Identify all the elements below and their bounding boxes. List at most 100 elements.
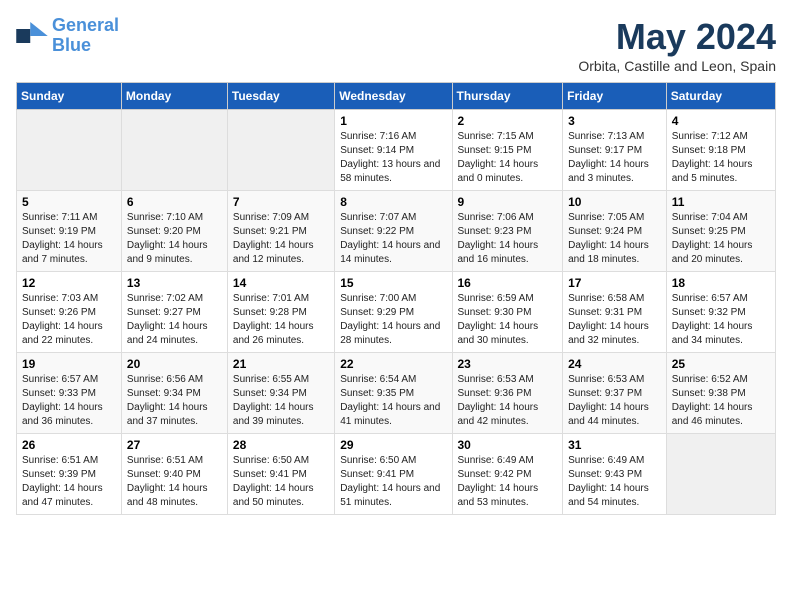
cell-content: Sunrise: 7:02 AMSunset: 9:27 PMDaylight:… (127, 292, 222, 348)
cell-content: Sunrise: 7:16 AMSunset: 9:14 PMDaylight:… (340, 130, 446, 186)
subtitle: Orbita, Castille and Leon, Spain (578, 58, 776, 74)
cell-content: Sunrise: 7:10 AMSunset: 9:20 PMDaylight:… (127, 211, 222, 267)
cell-content: Sunrise: 7:11 AMSunset: 9:19 PMDaylight:… (22, 211, 116, 267)
cell-content: Sunrise: 7:03 AMSunset: 9:26 PMDaylight:… (22, 292, 116, 348)
day-number: 17 (568, 276, 661, 290)
day-number: 8 (340, 195, 446, 209)
day-number: 16 (458, 276, 558, 290)
cell-content: Sunrise: 7:13 AMSunset: 9:17 PMDaylight:… (568, 130, 661, 186)
cell-content: Sunrise: 6:50 AMSunset: 9:41 PMDaylight:… (340, 454, 446, 510)
col-header-thursday: Thursday (452, 83, 563, 110)
calendar-cell: 20 Sunrise: 6:56 AMSunset: 9:34 PMDaylig… (121, 353, 227, 434)
col-header-saturday: Saturday (666, 83, 775, 110)
col-header-tuesday: Tuesday (227, 83, 334, 110)
cell-content: Sunrise: 7:04 AMSunset: 9:25 PMDaylight:… (672, 211, 770, 267)
day-number: 29 (340, 438, 446, 452)
cell-content: Sunrise: 6:56 AMSunset: 9:34 PMDaylight:… (127, 373, 222, 429)
day-number: 3 (568, 114, 661, 128)
cell-content: Sunrise: 6:55 AMSunset: 9:34 PMDaylight:… (233, 373, 329, 429)
calendar-body: 1 Sunrise: 7:16 AMSunset: 9:14 PMDayligh… (17, 110, 776, 515)
logo-text: General Blue (52, 16, 119, 56)
day-number: 26 (22, 438, 116, 452)
cell-content: Sunrise: 6:58 AMSunset: 9:31 PMDaylight:… (568, 292, 661, 348)
cell-content: Sunrise: 6:49 AMSunset: 9:43 PMDaylight:… (568, 454, 661, 510)
day-number: 19 (22, 357, 116, 371)
calendar-cell: 10 Sunrise: 7:05 AMSunset: 9:24 PMDaylig… (563, 191, 667, 272)
calendar-week-1: 1 Sunrise: 7:16 AMSunset: 9:14 PMDayligh… (17, 110, 776, 191)
day-number: 7 (233, 195, 329, 209)
calendar-table: SundayMondayTuesdayWednesdayThursdayFrid… (16, 82, 776, 515)
calendar-cell: 14 Sunrise: 7:01 AMSunset: 9:28 PMDaylig… (227, 272, 334, 353)
day-number: 6 (127, 195, 222, 209)
calendar-cell: 23 Sunrise: 6:53 AMSunset: 9:36 PMDaylig… (452, 353, 563, 434)
calendar-cell: 1 Sunrise: 7:16 AMSunset: 9:14 PMDayligh… (335, 110, 452, 191)
logo-icon (16, 22, 48, 50)
main-title: May 2024 (578, 16, 776, 58)
cell-content: Sunrise: 6:51 AMSunset: 9:40 PMDaylight:… (127, 454, 222, 510)
cell-content: Sunrise: 7:07 AMSunset: 9:22 PMDaylight:… (340, 211, 446, 267)
cell-content: Sunrise: 7:00 AMSunset: 9:29 PMDaylight:… (340, 292, 446, 348)
calendar-cell: 18 Sunrise: 6:57 AMSunset: 9:32 PMDaylig… (666, 272, 775, 353)
calendar-cell: 19 Sunrise: 6:57 AMSunset: 9:33 PMDaylig… (17, 353, 122, 434)
calendar-cell: 5 Sunrise: 7:11 AMSunset: 9:19 PMDayligh… (17, 191, 122, 272)
calendar-cell: 25 Sunrise: 6:52 AMSunset: 9:38 PMDaylig… (666, 353, 775, 434)
day-number: 11 (672, 195, 770, 209)
calendar-cell: 15 Sunrise: 7:00 AMSunset: 9:29 PMDaylig… (335, 272, 452, 353)
calendar-cell (227, 110, 334, 191)
calendar-cell: 21 Sunrise: 6:55 AMSunset: 9:34 PMDaylig… (227, 353, 334, 434)
col-header-friday: Friday (563, 83, 667, 110)
calendar-cell: 29 Sunrise: 6:50 AMSunset: 9:41 PMDaylig… (335, 434, 452, 515)
calendar-week-4: 19 Sunrise: 6:57 AMSunset: 9:33 PMDaylig… (17, 353, 776, 434)
calendar-cell: 30 Sunrise: 6:49 AMSunset: 9:42 PMDaylig… (452, 434, 563, 515)
calendar-week-5: 26 Sunrise: 6:51 AMSunset: 9:39 PMDaylig… (17, 434, 776, 515)
day-number: 31 (568, 438, 661, 452)
day-number: 12 (22, 276, 116, 290)
col-header-monday: Monday (121, 83, 227, 110)
cell-content: Sunrise: 7:09 AMSunset: 9:21 PMDaylight:… (233, 211, 329, 267)
day-number: 14 (233, 276, 329, 290)
calendar-cell: 27 Sunrise: 6:51 AMSunset: 9:40 PMDaylig… (121, 434, 227, 515)
day-number: 10 (568, 195, 661, 209)
cell-content: Sunrise: 6:59 AMSunset: 9:30 PMDaylight:… (458, 292, 558, 348)
cell-content: Sunrise: 6:53 AMSunset: 9:36 PMDaylight:… (458, 373, 558, 429)
day-number: 23 (458, 357, 558, 371)
logo: General Blue (16, 16, 119, 56)
calendar-cell: 26 Sunrise: 6:51 AMSunset: 9:39 PMDaylig… (17, 434, 122, 515)
calendar-cell: 28 Sunrise: 6:50 AMSunset: 9:41 PMDaylig… (227, 434, 334, 515)
col-header-wednesday: Wednesday (335, 83, 452, 110)
calendar-cell: 22 Sunrise: 6:54 AMSunset: 9:35 PMDaylig… (335, 353, 452, 434)
day-number: 2 (458, 114, 558, 128)
day-number: 4 (672, 114, 770, 128)
calendar-cell: 7 Sunrise: 7:09 AMSunset: 9:21 PMDayligh… (227, 191, 334, 272)
calendar-cell: 12 Sunrise: 7:03 AMSunset: 9:26 PMDaylig… (17, 272, 122, 353)
calendar-cell: 3 Sunrise: 7:13 AMSunset: 9:17 PMDayligh… (563, 110, 667, 191)
day-number: 22 (340, 357, 446, 371)
col-header-sunday: Sunday (17, 83, 122, 110)
calendar-cell (666, 434, 775, 515)
cell-content: Sunrise: 6:50 AMSunset: 9:41 PMDaylight:… (233, 454, 329, 510)
calendar-cell: 2 Sunrise: 7:15 AMSunset: 9:15 PMDayligh… (452, 110, 563, 191)
day-number: 21 (233, 357, 329, 371)
calendar-cell (121, 110, 227, 191)
cell-content: Sunrise: 6:54 AMSunset: 9:35 PMDaylight:… (340, 373, 446, 429)
title-block: May 2024 Orbita, Castille and Leon, Spai… (578, 16, 776, 74)
day-number: 9 (458, 195, 558, 209)
calendar-cell (17, 110, 122, 191)
day-number: 24 (568, 357, 661, 371)
day-number: 27 (127, 438, 222, 452)
calendar-cell: 31 Sunrise: 6:49 AMSunset: 9:43 PMDaylig… (563, 434, 667, 515)
calendar-cell: 11 Sunrise: 7:04 AMSunset: 9:25 PMDaylig… (666, 191, 775, 272)
calendar-header-row: SundayMondayTuesdayWednesdayThursdayFrid… (17, 83, 776, 110)
day-number: 20 (127, 357, 222, 371)
calendar-cell: 24 Sunrise: 6:53 AMSunset: 9:37 PMDaylig… (563, 353, 667, 434)
cell-content: Sunrise: 6:57 AMSunset: 9:32 PMDaylight:… (672, 292, 770, 348)
day-number: 5 (22, 195, 116, 209)
cell-content: Sunrise: 7:15 AMSunset: 9:15 PMDaylight:… (458, 130, 558, 186)
day-number: 28 (233, 438, 329, 452)
cell-content: Sunrise: 6:53 AMSunset: 9:37 PMDaylight:… (568, 373, 661, 429)
day-number: 30 (458, 438, 558, 452)
cell-content: Sunrise: 6:51 AMSunset: 9:39 PMDaylight:… (22, 454, 116, 510)
day-number: 25 (672, 357, 770, 371)
calendar-cell: 8 Sunrise: 7:07 AMSunset: 9:22 PMDayligh… (335, 191, 452, 272)
cell-content: Sunrise: 6:49 AMSunset: 9:42 PMDaylight:… (458, 454, 558, 510)
